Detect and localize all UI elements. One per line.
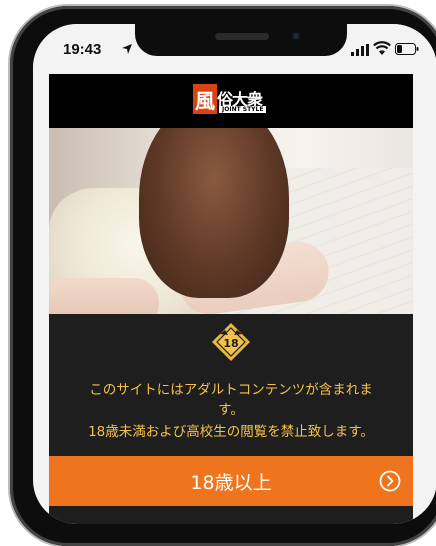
phone-screen: 19:43 風 俗大衆 JOINT STYLE 18 このサイトにはアダルトコン… bbox=[33, 24, 436, 524]
status-time: 19:43 bbox=[63, 41, 102, 58]
age-gate-panel: 18 このサイトにはアダルトコンテンツが含まれま す。 18歳未満および高校生の… bbox=[49, 314, 413, 452]
site-content: 風 俗大衆 JOINT STYLE 18 このサイトにはアダルトコンテンツが含ま… bbox=[49, 74, 413, 524]
hero-hair bbox=[139, 128, 289, 298]
adult-warning-line-3: 18歳未満および高校生の閲覧を禁止致します。 bbox=[88, 424, 374, 440]
cellular-signal-icon bbox=[351, 44, 369, 56]
adult-warning-line-1: このサイトにはアダルトコンテンツが含まれま bbox=[89, 382, 373, 398]
hero-leg bbox=[49, 278, 159, 314]
location-arrow-icon bbox=[122, 44, 132, 54]
wifi-icon bbox=[373, 41, 391, 55]
notch bbox=[135, 24, 347, 56]
logo-mark: 風 bbox=[193, 84, 217, 114]
battery-icon bbox=[395, 43, 419, 55]
hero-image bbox=[49, 128, 413, 314]
age-18-badge-icon: 18 bbox=[212, 323, 250, 361]
adult-warning-line-2: す。 bbox=[218, 402, 244, 418]
chevron-right-circle-icon bbox=[379, 470, 401, 492]
site-header: 風 俗大衆 JOINT STYLE bbox=[49, 74, 413, 128]
site-logo[interactable]: 風 俗大衆 JOINT STYLE bbox=[193, 84, 273, 118]
logo-subtitle: JOINT STYLE bbox=[219, 106, 267, 113]
age-badge-text: 18 bbox=[223, 337, 238, 350]
phone-frame: 19:43 風 俗大衆 JOINT STYLE 18 このサイトにはアダルトコン… bbox=[10, 6, 436, 546]
enter-button-label: 18歳以上 bbox=[190, 472, 272, 494]
status-bar: 19:43 bbox=[33, 24, 436, 74]
enter-18-plus-button[interactable]: 18歳以上 bbox=[49, 456, 413, 506]
speaker-grille bbox=[215, 33, 269, 40]
front-camera bbox=[291, 31, 301, 41]
